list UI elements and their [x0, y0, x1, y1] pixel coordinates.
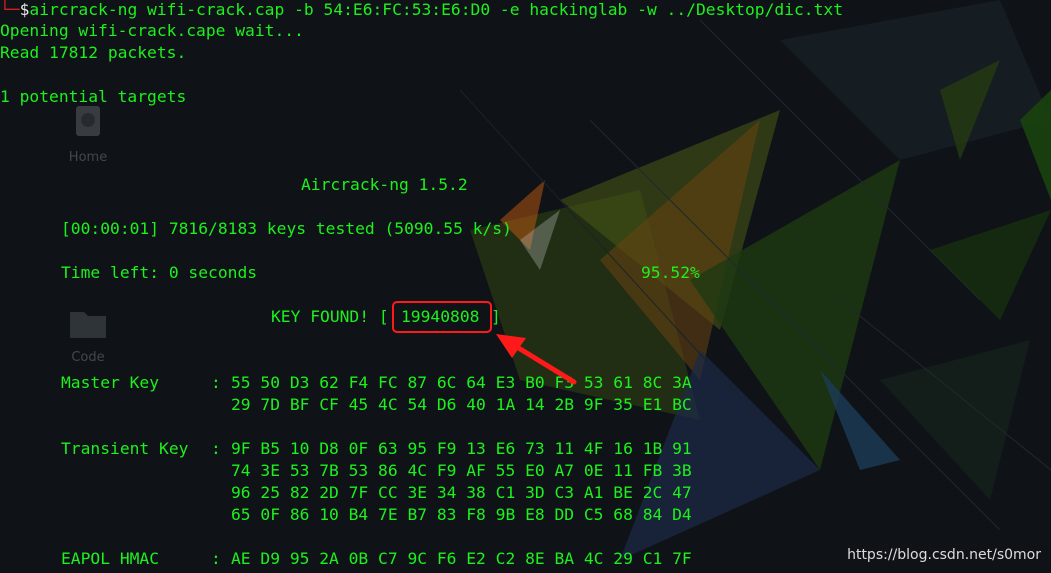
eapol-hmac-label: EAPOL HMAC	[61, 549, 160, 568]
progress-line: [00:00:01] 7816/8183 keys tested (5090.5…	[61, 219, 512, 238]
transient-key-row: 96 25 82 2D 7F CC 3E 34 38 C1 3D C3 A1 B…	[231, 483, 692, 502]
output-read: Read 17812 packets.	[0, 43, 187, 62]
watermark-url: https://blog.csdn.net/s0mor	[847, 547, 1041, 563]
key-highlight-box	[392, 301, 492, 333]
output-targets: 1 potential targets	[0, 87, 187, 106]
annotation-arrow-icon	[496, 334, 577, 385]
time-left: Time left: 0 seconds	[61, 263, 258, 282]
transient-key-row: 65 0F 86 10 B4 7E B7 83 F8 9B E8 DD C5 6…	[231, 505, 692, 524]
transient-key-label: Transient Key	[61, 439, 189, 458]
command-line: └─$aircrack-ng wifi-crack.cap -b 54:E6:F…	[0, 0, 843, 21]
output-opening: Opening wifi-crack.cape wait...	[0, 21, 304, 40]
prompt-corner: └─	[0, 0, 20, 19]
transient-key-row: 74 3E 53 7B 53 86 4C F9 AF 55 E0 A7 0E 1…	[231, 461, 692, 480]
master-key-row: 55 50 D3 62 F4 FC 87 6C 64 E3 B0 F3 53 6…	[231, 373, 692, 392]
terminal-output[interactable]: └─$aircrack-ng wifi-crack.cap -b 54:E6:F…	[0, 0, 1051, 573]
master-key-row: 29 7D BF CF 45 4C 54 D6 40 1A 14 2B 9F 3…	[231, 395, 692, 414]
eapol-hmac-value: AE D9 95 2A 0B C7 9C F6 E2 C2 8E BA 4C 2…	[231, 549, 692, 568]
key-found-suffix: ]	[491, 307, 501, 326]
master-key-colon: :	[211, 373, 221, 392]
transient-key-row: 9F B5 10 D8 0F 63 95 F9 13 E6 73 11 4F 1…	[231, 439, 692, 458]
transient-key-colon: :	[211, 439, 221, 458]
master-key-label: Master Key	[61, 373, 160, 392]
eapol-hmac-colon: :	[211, 549, 221, 568]
prompt-dollar: $	[19, 0, 30, 19]
command-text: aircrack-ng wifi-crack.cap -b 54:E6:FC:5…	[29, 0, 843, 19]
key-found-prefix: KEY FOUND! [	[271, 307, 389, 326]
aircrack-title: Aircrack-ng 1.5.2	[301, 175, 468, 194]
progress-percent: 95.52%	[641, 263, 700, 282]
